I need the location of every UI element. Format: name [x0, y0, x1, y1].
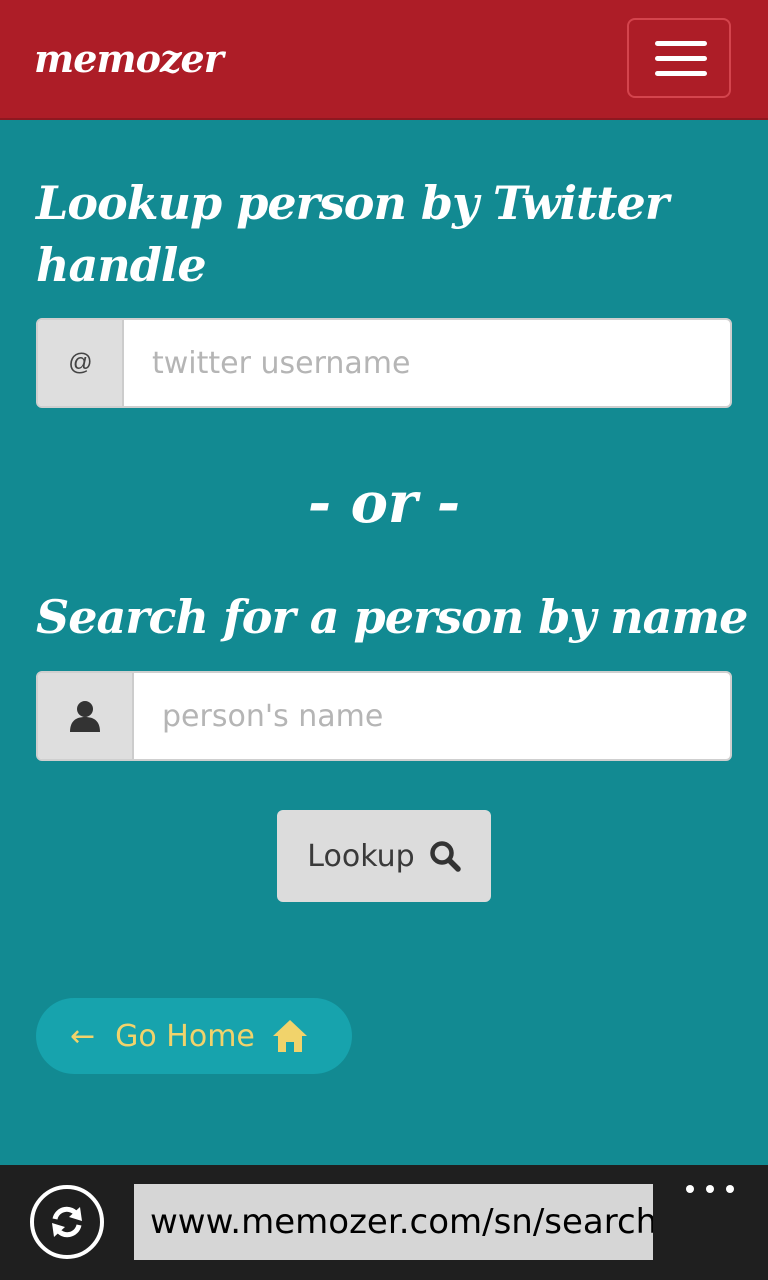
at-sign-addon: @: [38, 320, 124, 406]
refresh-icon: [52, 1206, 82, 1238]
lookup-button[interactable]: Lookup: [277, 810, 491, 902]
navbar: memozer: [0, 0, 768, 120]
brand-logo[interactable]: memozer: [34, 36, 224, 81]
go-home-label: Go Home: [115, 1018, 255, 1054]
twitter-input-group: @: [36, 318, 732, 408]
more-options-icon: [686, 1185, 694, 1193]
at-sign-label: @: [67, 349, 93, 376]
hamburger-menu-icon: [655, 71, 707, 76]
user-addon: [38, 673, 134, 759]
more-options-icon: [726, 1185, 734, 1193]
home-icon: [272, 1020, 307, 1052]
browser-bar: www.memozer.com/sn/search: [0, 1165, 768, 1280]
more-options-icon: [706, 1185, 714, 1193]
refresh-button[interactable]: [30, 1185, 104, 1259]
search-icon: [429, 841, 461, 872]
twitter-lookup-heading: Lookup person by Twitter handle: [36, 176, 669, 292]
address-bar[interactable]: www.memozer.com/sn/search: [134, 1184, 653, 1260]
name-input-group: [36, 671, 732, 761]
lookup-button-label: Lookup: [307, 838, 415, 874]
person-name-input[interactable]: [134, 673, 730, 759]
hamburger-menu-icon: [655, 41, 707, 46]
go-home-button[interactable]: ← Go Home: [36, 998, 352, 1074]
twitter-username-input[interactable]: [124, 320, 730, 406]
hamburger-menu-icon: [655, 56, 707, 61]
name-search-heading: Search for a person by name: [36, 590, 748, 644]
left-arrow-icon: ←: [70, 1018, 96, 1054]
or-divider: - or -: [307, 470, 461, 536]
menu-toggle-button[interactable]: [627, 18, 731, 98]
more-options-button[interactable]: [686, 1179, 734, 1199]
user-icon: [70, 701, 100, 732]
